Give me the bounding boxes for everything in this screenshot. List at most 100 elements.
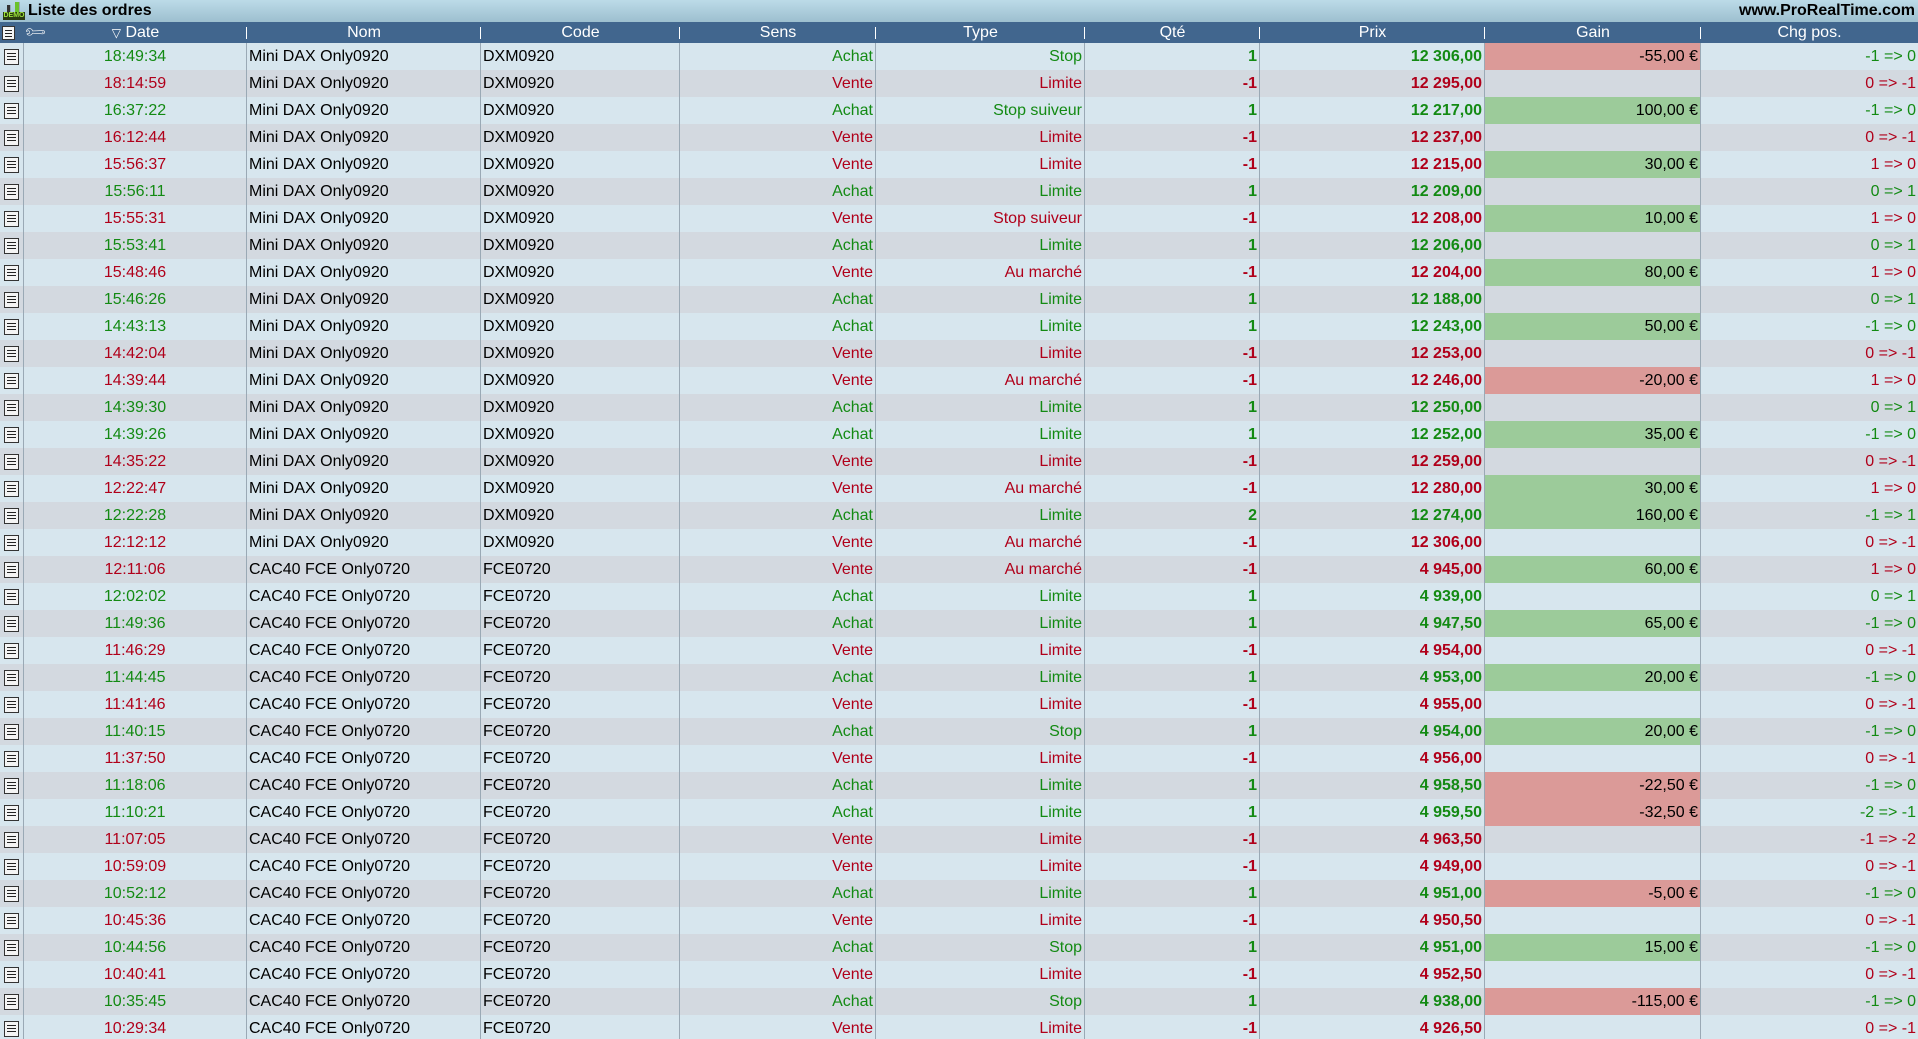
order-detail-cell[interactable] <box>0 907 24 934</box>
document-icon[interactable] <box>4 993 19 1010</box>
document-icon[interactable] <box>4 264 19 281</box>
table-row[interactable]: 14:39:26 Mini DAX Only0920 DXM0920 Achat Lim… <box>0 421 1918 448</box>
order-detail-cell[interactable] <box>0 286 24 313</box>
document-icon[interactable] <box>4 642 19 659</box>
table-row[interactable]: 15:55:31 Mini DAX Only0920 DXM0920 Vente Sto… <box>0 205 1918 232</box>
document-icon[interactable] <box>4 291 19 308</box>
table-row[interactable]: 14:35:22 Mini DAX Only0920 DXM0920 Vente Lim… <box>0 448 1918 475</box>
column-chg-pos[interactable]: Chg pos. <box>1701 22 1918 43</box>
column-type[interactable]: Type <box>876 22 1085 43</box>
table-row[interactable]: 11:37:50 CAC40 FCE Only0720 FCE0720 Vente Li… <box>0 745 1918 772</box>
order-detail-cell[interactable] <box>0 988 24 1015</box>
document-icon[interactable] <box>4 183 19 200</box>
table-row[interactable]: 11:46:29 CAC40 FCE Only0720 FCE0720 Vente Li… <box>0 637 1918 664</box>
table-row[interactable]: 16:12:44 Mini DAX Only0920 DXM0920 Vente Lim… <box>0 124 1918 151</box>
document-icon[interactable] <box>4 102 19 119</box>
document-icon[interactable] <box>4 615 19 632</box>
table-row[interactable]: 16:37:22 Mini DAX Only0920 DXM0920 Achat Sto… <box>0 97 1918 124</box>
document-icon[interactable] <box>4 372 19 389</box>
table-row[interactable]: 15:53:41 Mini DAX Only0920 DXM0920 Achat Lim… <box>0 232 1918 259</box>
document-icon[interactable] <box>4 1020 19 1037</box>
document-icon[interactable] <box>4 426 19 443</box>
table-row[interactable]: 15:46:26 Mini DAX Only0920 DXM0920 Achat Lim… <box>0 286 1918 313</box>
table-row[interactable]: 11:10:21 CAC40 FCE Only0720 FCE0720 Achat Li… <box>0 799 1918 826</box>
order-detail-cell[interactable] <box>0 799 24 826</box>
order-detail-cell[interactable] <box>0 1015 24 1039</box>
order-detail-cell[interactable] <box>0 124 24 151</box>
column-gain[interactable]: Gain <box>1485 22 1701 43</box>
document-icon[interactable] <box>4 129 19 146</box>
table-row[interactable]: 10:59:09 CAC40 FCE Only0720 FCE0720 Vente Li… <box>0 853 1918 880</box>
table-row[interactable]: 12:22:28 Mini DAX Only0920 DXM0920 Achat Lim… <box>0 502 1918 529</box>
column-nom[interactable]: Nom <box>247 22 481 43</box>
table-row[interactable]: 18:14:59 Mini DAX Only0920 DXM0920 Vente Lim… <box>0 70 1918 97</box>
table-row[interactable]: 15:48:46 Mini DAX Only0920 DXM0920 Vente Au … <box>0 259 1918 286</box>
order-detail-cell[interactable] <box>0 745 24 772</box>
document-icon[interactable] <box>4 480 19 497</box>
document-icon[interactable] <box>4 399 19 416</box>
order-detail-cell[interactable] <box>0 610 24 637</box>
table-row[interactable]: 14:43:13 Mini DAX Only0920 DXM0920 Achat Lim… <box>0 313 1918 340</box>
document-icon[interactable] <box>4 669 19 686</box>
order-detail-cell[interactable] <box>0 826 24 853</box>
order-detail-cell[interactable] <box>0 772 24 799</box>
table-row[interactable]: 11:40:15 CAC40 FCE Only0720 FCE0720 Achat St… <box>0 718 1918 745</box>
order-detail-cell[interactable] <box>0 529 24 556</box>
order-detail-cell[interactable] <box>0 691 24 718</box>
document-icon[interactable] <box>4 831 19 848</box>
document-icon[interactable] <box>4 318 19 335</box>
order-detail-cell[interactable] <box>0 853 24 880</box>
document-icon[interactable] <box>4 804 19 821</box>
table-row[interactable]: 14:39:44 Mini DAX Only0920 DXM0920 Vente Au … <box>0 367 1918 394</box>
table-row[interactable]: 15:56:11 Mini DAX Only0920 DXM0920 Achat Lim… <box>0 178 1918 205</box>
document-icon[interactable] <box>4 939 19 956</box>
order-detail-cell[interactable] <box>0 961 24 988</box>
order-detail-cell[interactable] <box>0 205 24 232</box>
order-detail-cell[interactable] <box>0 556 24 583</box>
order-detail-cell[interactable] <box>0 637 24 664</box>
table-row[interactable]: 12:12:12 Mini DAX Only0920 DXM0920 Vente Au … <box>0 529 1918 556</box>
column-qte[interactable]: Qté <box>1085 22 1260 43</box>
table-row[interactable]: 10:45:36 CAC40 FCE Only0720 FCE0720 Vente Li… <box>0 907 1918 934</box>
table-row[interactable]: 12:11:06 CAC40 FCE Only0720 FCE0720 Vente Au… <box>0 556 1918 583</box>
document-icon[interactable] <box>4 75 19 92</box>
table-row[interactable]: 11:41:46 CAC40 FCE Only0720 FCE0720 Vente Li… <box>0 691 1918 718</box>
table-row[interactable]: 12:02:02 CAC40 FCE Only0720 FCE0720 Achat Li… <box>0 583 1918 610</box>
document-icon[interactable] <box>4 723 19 740</box>
document-icon[interactable] <box>4 885 19 902</box>
order-detail-cell[interactable] <box>0 43 24 70</box>
column-sens[interactable]: Sens <box>680 22 876 43</box>
table-row[interactable]: 11:49:36 CAC40 FCE Only0720 FCE0720 Achat Li… <box>0 610 1918 637</box>
table-row[interactable]: 11:44:45 CAC40 FCE Only0720 FCE0720 Achat Li… <box>0 664 1918 691</box>
order-detail-cell[interactable] <box>0 421 24 448</box>
order-detail-cell[interactable] <box>0 664 24 691</box>
wrench-icon[interactable]: 🔧︎ <box>21 18 49 46</box>
column-prix[interactable]: Prix <box>1260 22 1485 43</box>
document-icon[interactable] <box>4 588 19 605</box>
order-detail-cell[interactable] <box>0 178 24 205</box>
order-detail-cell[interactable] <box>0 475 24 502</box>
document-icon[interactable] <box>4 453 19 470</box>
table-row[interactable]: 10:40:41 CAC40 FCE Only0720 FCE0720 Vente Li… <box>0 961 1918 988</box>
table-row[interactable]: 12:22:47 Mini DAX Only0920 DXM0920 Vente Au … <box>0 475 1918 502</box>
document-icon[interactable] <box>4 507 19 524</box>
order-detail-cell[interactable] <box>0 934 24 961</box>
document-icon[interactable] <box>4 750 19 767</box>
order-detail-cell[interactable] <box>0 313 24 340</box>
table-row[interactable]: 14:42:04 Mini DAX Only0920 DXM0920 Vente Lim… <box>0 340 1918 367</box>
table-row[interactable]: 15:56:37 Mini DAX Only0920 DXM0920 Vente Lim… <box>0 151 1918 178</box>
order-detail-cell[interactable] <box>0 259 24 286</box>
order-detail-cell[interactable] <box>0 880 24 907</box>
order-detail-cell[interactable] <box>0 232 24 259</box>
document-icon[interactable] <box>4 696 19 713</box>
order-detail-cell[interactable] <box>0 583 24 610</box>
document-icon[interactable] <box>4 345 19 362</box>
order-detail-cell[interactable] <box>0 367 24 394</box>
document-icon[interactable] <box>4 858 19 875</box>
order-detail-cell[interactable] <box>0 97 24 124</box>
table-row[interactable]: 14:39:30 Mini DAX Only0920 DXM0920 Achat Lim… <box>0 394 1918 421</box>
document-icon[interactable] <box>4 561 19 578</box>
table-row[interactable]: 11:07:05 CAC40 FCE Only0720 FCE0720 Vente Li… <box>0 826 1918 853</box>
table-row[interactable]: 11:18:06 CAC40 FCE Only0720 FCE0720 Achat Li… <box>0 772 1918 799</box>
site-link[interactable]: www.ProRealTime.com <box>1739 2 1915 20</box>
